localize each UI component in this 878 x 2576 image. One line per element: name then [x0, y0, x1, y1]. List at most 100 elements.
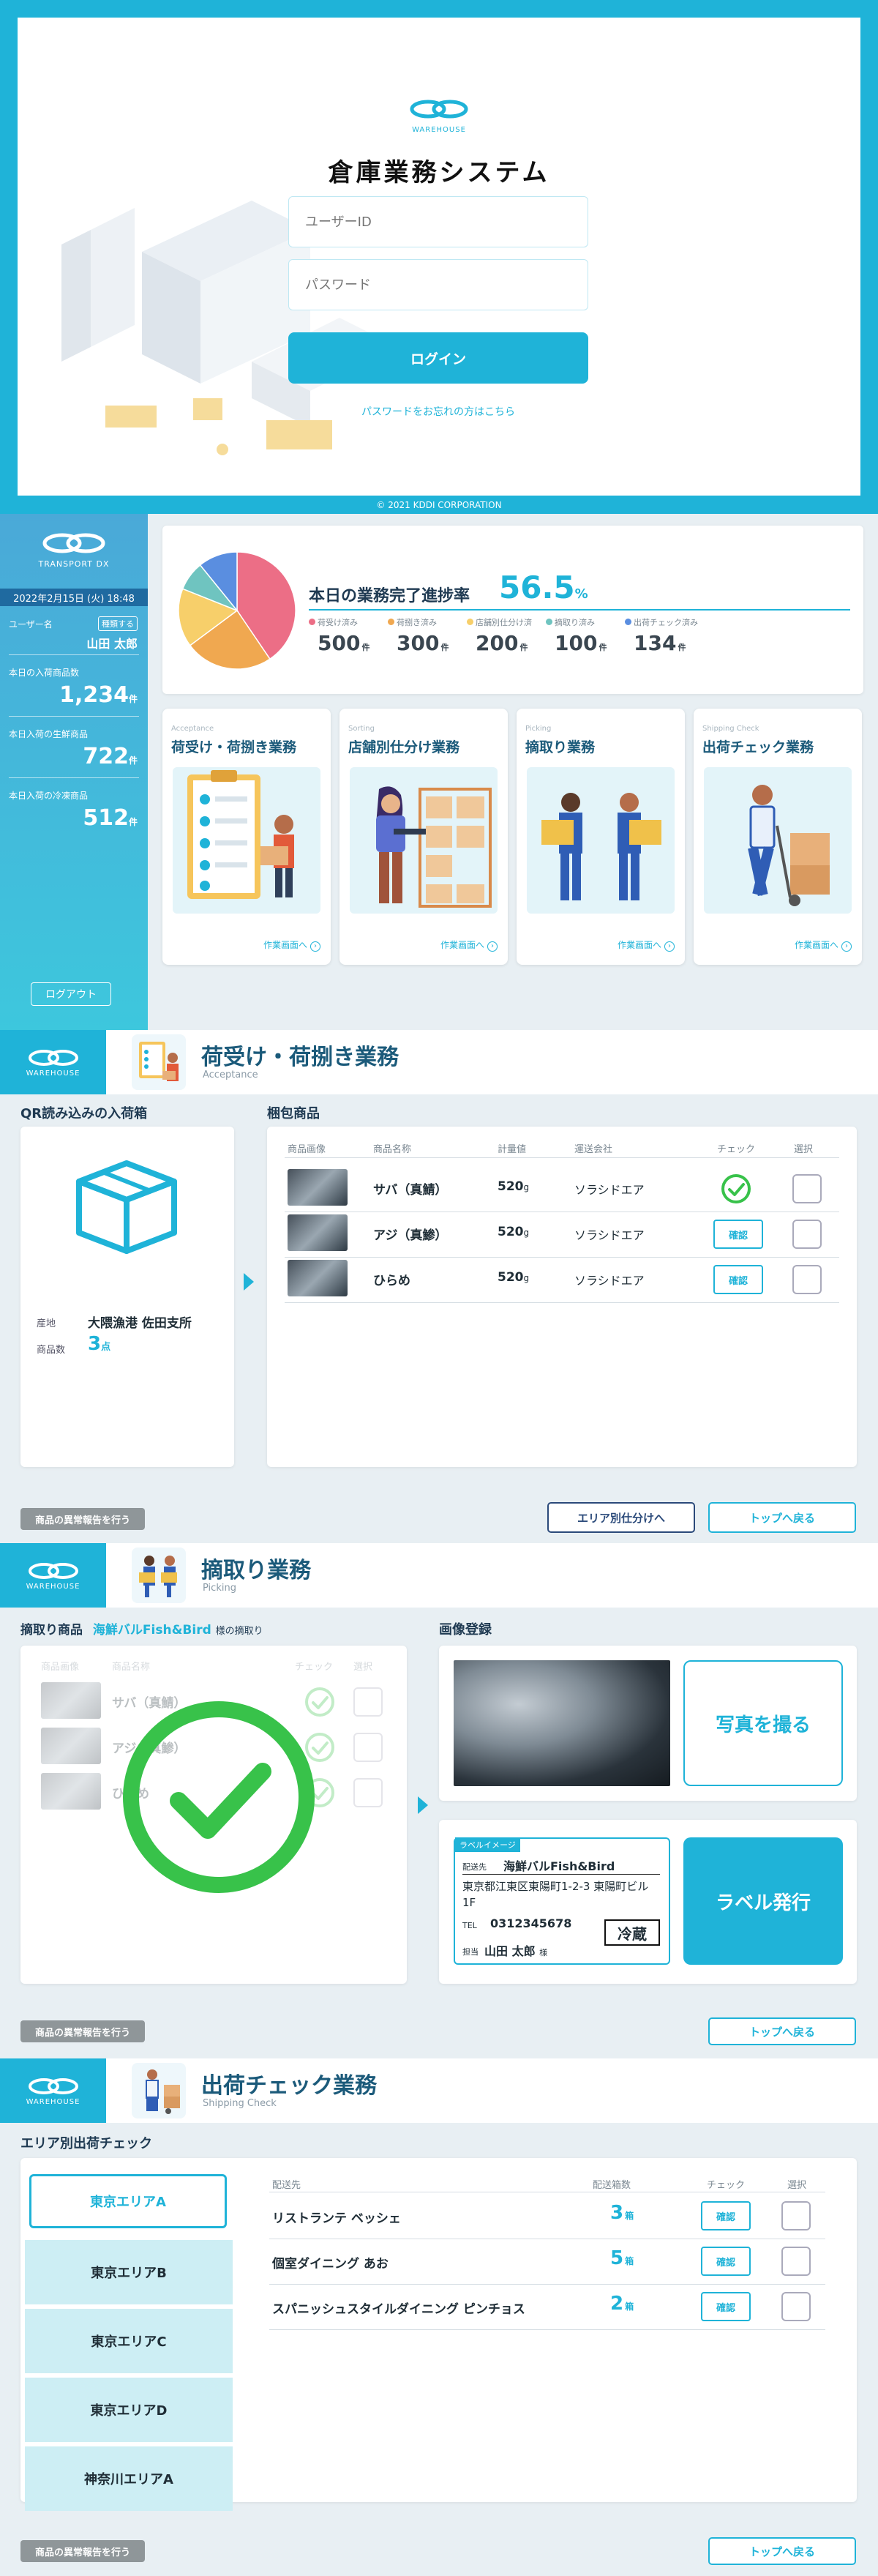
progress-legend: 荷受け済み 500 件荷捌き済み 300 件店舗別仕分け済 200 件摘取り済み 100 件出荷…: [309, 616, 850, 675]
acceptance-report-button[interactable]: 商品の異常報告を行う: [20, 1508, 145, 1530]
task-illustration: [350, 767, 498, 914]
login-title: 倉庫業務システム: [328, 158, 550, 187]
stat3-value: 512件: [83, 805, 138, 831]
login-logo: WAREHOUSE: [402, 98, 476, 134]
picking-subtitle: Picking: [203, 1583, 236, 1594]
chevron-right-icon: ›: [841, 941, 852, 952]
to-value: 海鮮バルFish&Bird: [503, 1859, 615, 1873]
select-checkbox[interactable]: [792, 1174, 822, 1203]
area-tab[interactable]: 東京エリアB: [25, 2240, 233, 2304]
carrier-name: ソラシドエア: [574, 1183, 645, 1197]
tel-value: 0312345678: [490, 1916, 572, 1930]
picking-report-button[interactable]: 商品の異常報告を行う: [20, 2020, 145, 2042]
select-checkbox[interactable]: [781, 2201, 811, 2230]
table-row: サバ（真鯖） 520g ソラシドエア: [267, 1166, 857, 1212]
task-title: 摘取り業務: [525, 739, 596, 755]
forgot-password-link[interactable]: パスワードをお忘れの方はこちら: [288, 404, 588, 419]
arrow-right-icon: [418, 1796, 428, 1814]
shipping-header: WAREHOUSE 出荷チェック業務 Shipping Check: [0, 2058, 878, 2123]
transport-logo: TRANSPORT DX: [0, 530, 148, 569]
task-title: 出荷チェック業務: [702, 739, 814, 755]
to-label: 配送先: [462, 1862, 487, 1872]
shipping-report-button[interactable]: 商品の異常報告を行う: [20, 2540, 145, 2562]
change-user-button[interactable]: 種類する: [98, 616, 138, 631]
confirm-button[interactable]: 確認: [701, 2247, 751, 2276]
issue-label-button[interactable]: ラベル発行: [683, 1837, 843, 1965]
weight-value: 520g: [498, 1179, 530, 1194]
stat1-label: 本日の入荷商品数: [9, 668, 80, 678]
task-link[interactable]: 作業画面へ ›: [440, 938, 498, 952]
confirm-button[interactable]: 確認: [713, 1220, 763, 1249]
table-header: 配送箱数: [593, 2180, 631, 2191]
user-id-input[interactable]: [288, 196, 588, 247]
select-checkbox[interactable]: [353, 1733, 383, 1762]
sidebar-datetime: 2022年2月15日 (火) 18:48: [0, 589, 148, 606]
select-checkbox[interactable]: [353, 1778, 383, 1807]
product-name: サバ（真鯖）: [373, 1183, 448, 1198]
acceptance-title: 荷受け・荷捌き業務: [201, 1045, 399, 1070]
task-link[interactable]: 作業画面へ ›: [795, 938, 852, 952]
carrier-name: ソラシドエア: [574, 1274, 645, 1288]
fish-thumbnail: [41, 1728, 101, 1764]
confirm-button[interactable]: 確認: [701, 2201, 751, 2230]
confirm-button[interactable]: 確認: [713, 1265, 763, 1294]
fish-thumbnail: [288, 1214, 348, 1251]
tel-label: TEL: [462, 1921, 477, 1930]
picking-title: 摘取り業務: [201, 1558, 311, 1583]
dashboard-sidebar: TRANSPORT DX 2022年2月15日 (火) 18:48 ユーザー名 …: [0, 514, 148, 1030]
legend-dot: [388, 619, 394, 625]
copyright: © 2021 KDDI CORPORATION: [376, 500, 502, 510]
area-tab[interactable]: 神奈川エリアA: [25, 2446, 233, 2511]
acceptance-top-button[interactable]: トップへ戻る: [708, 1502, 856, 1533]
area-tab[interactable]: 東京エリアD: [25, 2378, 233, 2442]
packing-label: 梱包商品: [267, 1106, 320, 1121]
chevron-right-icon: ›: [664, 941, 675, 952]
table-header: 選択: [787, 2180, 807, 2191]
area-sort-button[interactable]: エリア別仕分けへ: [547, 1502, 695, 1533]
password-input[interactable]: [288, 259, 588, 310]
task-title: 荷受け・荷捌き業務: [171, 739, 297, 755]
acceptance-body: QR読み込みの入荷箱 産地 大隈漁港 佐田支所 商品数 3点 梱包商品 商品画像…: [0, 1094, 878, 1552]
product-name: アジ（真鯵）: [373, 1228, 448, 1243]
arrow-right-icon: [244, 1273, 254, 1291]
progress-pie-chart: [178, 551, 296, 670]
complete-check-icon: [123, 1701, 315, 1893]
person-value: 山田 太郎 様: [484, 1944, 548, 1958]
warehouse-logo: WAREHOUSE: [0, 1030, 106, 1094]
task-card[interactable]: Sorting 店舗別仕分け業務 作業画面へ ›: [339, 709, 508, 965]
select-checkbox[interactable]: [792, 1220, 822, 1249]
task-card[interactable]: Picking 摘取り業務 作業画面へ ›: [517, 709, 685, 965]
confirm-button[interactable]: 確認: [701, 2292, 751, 2321]
take-photo-button[interactable]: 写真を撮る: [683, 1660, 843, 1786]
task-link[interactable]: 作業画面へ ›: [618, 938, 675, 952]
box-count: 5箱: [610, 2247, 634, 2269]
stat1-value: 1,234件: [59, 682, 138, 708]
task-card[interactable]: Acceptance 荷受け・荷捌き業務 作業画面へ ›: [162, 709, 331, 965]
legend-value: 500 件: [318, 631, 370, 655]
select-checkbox[interactable]: [781, 2247, 811, 2276]
login-button[interactable]: ログイン: [288, 332, 588, 384]
area-tab-selected[interactable]: 東京エリアA: [29, 2174, 227, 2228]
area-tab[interactable]: 東京エリアC: [25, 2309, 233, 2373]
legend-value: 134 件: [634, 631, 686, 655]
image-register-card: 写真を撮る: [439, 1646, 857, 1801]
label-preview: ラベルイメージ 配送先 海鮮バルFish&Bird 東京都江東区東陽町1-2-3…: [454, 1837, 670, 1965]
shipping-subtitle: Shipping Check: [203, 2098, 277, 2109]
box-icon: [76, 1160, 177, 1254]
logout-button[interactable]: ログアウト: [31, 982, 111, 1006]
select-checkbox[interactable]: [353, 1687, 383, 1717]
user-label: ユーザー名: [9, 619, 53, 630]
select-checkbox[interactable]: [792, 1265, 822, 1294]
person-label: 担当: [462, 1947, 479, 1957]
task-card[interactable]: Shipping Check 出荷チェック業務 作業画面へ ›: [694, 709, 862, 965]
acceptance-icon: [132, 1034, 186, 1090]
table-header: 選択: [794, 1144, 814, 1155]
task-link[interactable]: 作業画面へ ›: [263, 938, 320, 952]
legend-dot: [467, 619, 473, 625]
destination-name: スパニッシュスタイルダイニング ピンチョス: [272, 2302, 525, 2317]
legend-item: 出荷チェック済み 134 件: [625, 616, 704, 668]
address: 東京都江東区東陽町1-2-3 東陽町ビル1F: [462, 1880, 649, 1909]
shipping-top-button[interactable]: トップへ戻る: [708, 2537, 856, 2565]
select-checkbox[interactable]: [781, 2292, 811, 2321]
picking-top-button[interactable]: トップへ戻る: [708, 2017, 856, 2045]
